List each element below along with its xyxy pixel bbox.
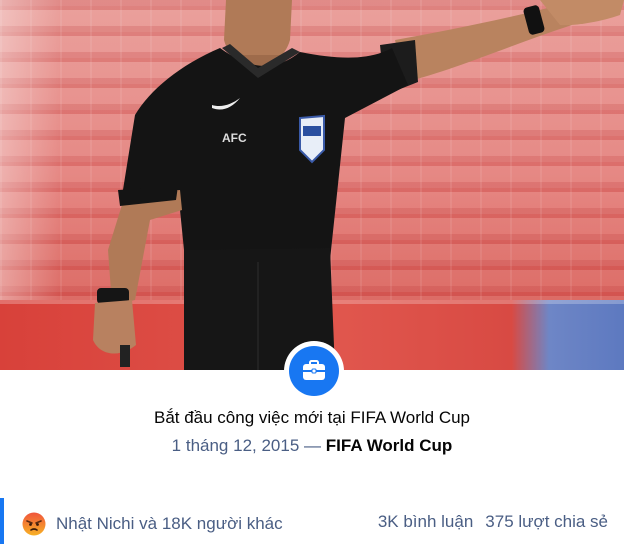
event-title: Bắt đầu công việc mới tại FIFA World Cup <box>153 408 471 427</box>
post-stats: 3K bình luận 375 lượt chia sẻ <box>378 512 608 532</box>
reactors-text[interactable]: Nhật Nichi và 18K người khác <box>56 514 283 534</box>
event-date[interactable]: 1 tháng 12, 2015 <box>172 436 300 455</box>
life-event-badge <box>284 341 344 401</box>
date-separator: — <box>304 436 322 455</box>
briefcase-icon <box>303 360 325 380</box>
cover-photo[interactable]: AFC <box>0 0 624 370</box>
svg-text:AFC: AFC <box>222 131 247 145</box>
badge-circle <box>289 346 339 396</box>
shares-count[interactable]: 375 lượt chia sẻ <box>485 512 608 532</box>
focus-edge <box>0 498 4 544</box>
reactions-summary[interactable]: Nhật Nichi và 18K người khác <box>22 512 283 536</box>
organization-link[interactable]: FIFA World Cup <box>326 436 453 455</box>
angry-emoji-icon <box>22 512 46 536</box>
referee-figure: AFC <box>93 0 624 370</box>
post-footer: Nhật Nichi và 18K người khác 3K bình luậ… <box>0 498 624 544</box>
event-date-line: 1 tháng 12, 2015 — FIFA World Cup <box>0 436 624 456</box>
comments-count[interactable]: 3K bình luận <box>378 512 473 532</box>
